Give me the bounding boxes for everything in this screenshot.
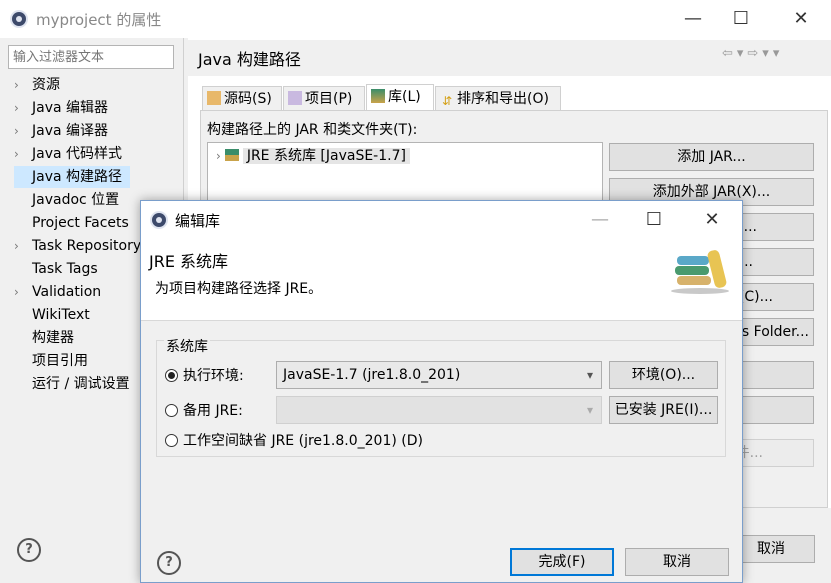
minimize-icon[interactable]: — <box>670 0 716 38</box>
tree-item-label: Task Tags <box>32 261 98 277</box>
history-nav[interactable]: ⇦▾⇨▾▾ <box>722 46 783 61</box>
alt-jre-select[interactable]: ▾ <box>276 396 602 424</box>
dialog-title-bar: 编辑库 — ☐ ✕ <box>141 201 742 238</box>
library-icon <box>224 149 239 161</box>
tab-projects[interactable]: 项目(P) <box>283 86 365 110</box>
chevron-down-icon: ▾ <box>586 368 593 382</box>
alt-jre-label: 备用 JRE: <box>183 403 243 419</box>
tree-item[interactable]: WikiText <box>14 304 90 326</box>
jar-list-item[interactable]: › JRE 系统库 [JavaSE-1.7] <box>216 145 410 167</box>
minimize-icon[interactable]: — <box>577 201 623 239</box>
tab-order-export[interactable]: ⇵ 排序和导出(O) <box>435 86 561 110</box>
tree-item-label: WikiText <box>32 307 90 323</box>
tab-source[interactable]: 源码(S) <box>202 86 282 110</box>
tree-item[interactable]: › 资源 <box>14 74 60 96</box>
chevron-right-icon[interactable]: › <box>14 281 32 303</box>
jar-list-label: 构建路径上的 JAR 和类文件夹(T): <box>207 122 418 138</box>
tree-item-label: Task Repository <box>32 238 142 254</box>
jar-entry-label: JRE 系统库 [JavaSE-1.7] <box>242 148 410 164</box>
tree-item-label: Validation <box>32 284 102 300</box>
tree-item[interactable]: Java 构建路径 <box>14 166 131 188</box>
tree-item[interactable]: › Java 代码样式 <box>14 143 122 165</box>
environments-button[interactable]: 环境(O)... <box>609 361 718 389</box>
workspace-default-radio[interactable] <box>165 434 178 447</box>
chevron-right-icon[interactable]: › <box>14 97 32 119</box>
installed-jres-button[interactable]: 已安装 JRE(I)... <box>609 396 718 424</box>
chevron-right-icon[interactable]: › <box>14 120 32 142</box>
app-icon <box>10 10 28 28</box>
tab-libraries[interactable]: 库(L) <box>366 84 434 110</box>
tree-item-label: 构建器 <box>32 330 74 346</box>
tree-item[interactable]: Project Facets <box>14 212 129 234</box>
help-icon[interactable]: ? <box>17 538 41 562</box>
window-title: myproject 的属性 <box>36 11 162 29</box>
help-icon[interactable]: ? <box>157 551 181 575</box>
close-icon[interactable]: ✕ <box>778 0 824 38</box>
exec-env-select[interactable]: JavaSE-1.7 (jre1.8.0_201) ▾ <box>276 361 602 389</box>
chevron-right-icon[interactable]: › <box>14 143 32 165</box>
exec-env-radio[interactable] <box>165 369 178 382</box>
tree-item-label: 资源 <box>32 77 60 93</box>
tree-item[interactable]: › Validation <box>14 281 101 303</box>
order-icon: ⇵ <box>441 94 453 108</box>
tree-item-label: Java 代码样式 <box>32 146 123 162</box>
tree-item[interactable]: Javadoc 位置 <box>14 189 119 211</box>
tree-item[interactable]: Task Tags <box>14 258 98 280</box>
filter-input[interactable] <box>8 45 174 69</box>
tree-item[interactable]: 运行 / 调试设置 <box>14 373 130 395</box>
chevron-right-icon[interactable]: › <box>14 74 32 96</box>
dialog-cancel-button[interactable]: 取消 <box>625 548 729 576</box>
dialog-title: 编辑库 <box>175 212 221 230</box>
tree-item-label: Project Facets <box>32 215 129 231</box>
tree-item-label: Java 编译器 <box>32 123 109 139</box>
library-icon <box>371 89 385 103</box>
add-jar-button[interactable]: 添加 JAR... <box>609 143 814 171</box>
tree-item-label: 项目引用 <box>32 353 88 369</box>
maximize-icon[interactable]: ☐ <box>718 0 764 38</box>
tree-item[interactable]: › Java 编译器 <box>14 120 108 142</box>
close-icon[interactable]: ✕ <box>689 201 735 239</box>
tree-item-label: Java 编辑器 <box>32 100 109 116</box>
title-bar: myproject 的属性 — ☐ ✕ <box>0 0 831 38</box>
chevron-down-icon: ▾ <box>586 403 593 417</box>
project-icon <box>288 91 302 105</box>
tree-item[interactable]: 构建器 <box>14 327 74 349</box>
chevron-right-icon[interactable]: › <box>216 149 221 163</box>
alt-jre-radio[interactable] <box>165 404 178 417</box>
chevron-right-icon[interactable]: › <box>14 235 32 257</box>
tree-item-label: 运行 / 调试设置 <box>32 376 130 392</box>
tree-item-label: Javadoc 位置 <box>32 192 120 208</box>
app-icon <box>150 211 168 229</box>
tree-item-label: Java 构建路径 <box>32 169 123 185</box>
maximize-icon[interactable]: ☐ <box>631 201 677 239</box>
finish-button[interactable]: 完成(F) <box>510 548 614 576</box>
exec-env-label: 执行环境: <box>183 368 244 384</box>
workspace-default-label: 工作空间缺省 JRE (jre1.8.0_201) (D) <box>183 433 423 449</box>
books-icon <box>669 246 733 296</box>
dialog-header-title: JRE 系统库 <box>149 252 229 271</box>
tree-item[interactable]: › Task Repository <box>14 235 141 257</box>
dialog-header: JRE 系统库 为项目构建路径选择 JRE。 <box>141 238 742 321</box>
tree-item[interactable]: › Java 编辑器 <box>14 97 108 119</box>
source-folder-icon <box>207 91 221 105</box>
page-title: Java 构建路径 <box>198 50 301 69</box>
tree-item[interactable]: 项目引用 <box>14 350 88 372</box>
dialog-header-description: 为项目构建路径选择 JRE。 <box>155 281 323 297</box>
group-label: 系统库 <box>164 336 210 356</box>
